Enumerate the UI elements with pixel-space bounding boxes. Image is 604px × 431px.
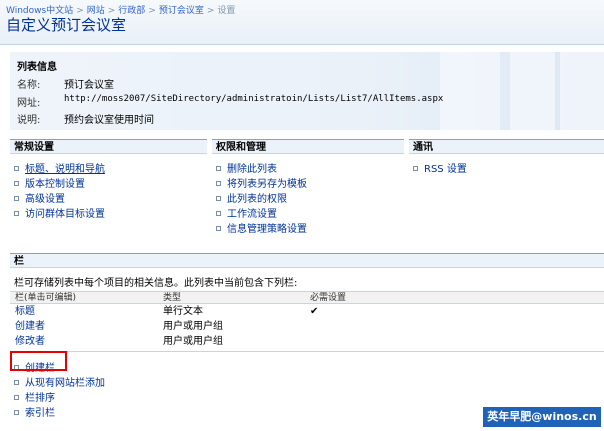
- link-column-ordering[interactable]: 栏排序: [14, 389, 55, 404]
- list-description-value: 预约会议室使用时间: [64, 115, 154, 126]
- column-name-link[interactable]: 标题: [15, 305, 35, 319]
- bullet-icon: [216, 180, 221, 186]
- list-info-title: 列表信息: [17, 62, 57, 73]
- bullet-icon: [14, 195, 19, 201]
- link-label[interactable]: 此列表的权限: [227, 194, 287, 205]
- bullet-icon: [14, 165, 19, 171]
- page-title: 自定义预订会议室: [6, 16, 127, 34]
- breadcrumb-current: 设置: [217, 6, 236, 16]
- list-info-panel: 列表信息 名称: 预订会议室 网址: http://moss2007/SiteD…: [10, 52, 604, 130]
- list-name-value: 预订会议室: [64, 80, 114, 91]
- column-type: 用户或用户组: [163, 336, 223, 347]
- link-rss-settings[interactable]: RSS 设置: [413, 160, 467, 175]
- bullet-icon: [413, 165, 418, 171]
- link-audience-targeting[interactable]: 访问群体目标设置: [14, 205, 105, 220]
- list-description-label: 说明:: [17, 115, 41, 126]
- bullet-icon: [14, 210, 19, 216]
- link-label[interactable]: 索引栏: [25, 408, 55, 419]
- permissions-header: 权限和管理: [212, 139, 404, 154]
- column-header-required: 必需设置: [310, 293, 347, 303]
- link-list-permissions[interactable]: 此列表的权限: [216, 190, 287, 205]
- column-name-link[interactable]: 创建者: [15, 320, 45, 334]
- link-label[interactable]: 删除此列表: [227, 164, 277, 175]
- link-label[interactable]: 版本控制设置: [25, 179, 85, 190]
- bullet-icon: [216, 165, 221, 171]
- columns-description: 栏可存储列表中每个项目的相关信息。此列表中当前包含下列栏:: [14, 278, 298, 289]
- bullet-icon: [216, 225, 221, 231]
- link-title-description-navigation[interactable]: 标题、说明和导航: [14, 160, 105, 175]
- columns-header: 栏: [10, 253, 604, 268]
- list-name-label: 名称:: [17, 80, 41, 91]
- link-information-policy[interactable]: 信息管理策略设置: [216, 220, 307, 235]
- link-label[interactable]: 从现有网站栏添加: [25, 378, 105, 389]
- link-workflow-settings[interactable]: 工作流设置: [216, 205, 277, 220]
- column-name-link[interactable]: 修改者: [15, 335, 45, 349]
- breadcrumb-link-list[interactable]: 预订会议室: [159, 6, 204, 16]
- column-header-type: 类型: [163, 293, 182, 303]
- link-label[interactable]: RSS 设置: [424, 164, 467, 175]
- bullet-icon: [216, 210, 221, 216]
- link-label[interactable]: 将列表另存为模板: [227, 179, 307, 190]
- breadcrumb-separator: >: [206, 6, 215, 16]
- divider: [10, 351, 604, 352]
- breadcrumb-separator: >: [148, 6, 156, 16]
- list-url-label: 网址:: [17, 98, 41, 109]
- link-label[interactable]: 信息管理策略设置: [227, 224, 307, 235]
- background-decoration: [510, 52, 555, 130]
- link-label[interactable]: 工作流设置: [227, 209, 277, 220]
- page-header: Windows中文站 > 网站 > 行政部 > 预订会议室 > 设置 自定义预订会议室: [0, 0, 604, 45]
- link-save-as-template[interactable]: 将列表另存为模板: [216, 175, 307, 190]
- link-indexed-columns[interactable]: 索引栏: [14, 404, 55, 419]
- general-settings-header: 常规设置: [10, 139, 207, 154]
- column-type: 单行文本: [163, 306, 203, 317]
- table-row: 创建者 用户或用户组: [10, 320, 604, 334]
- link-label[interactable]: 标题、说明和导航: [25, 164, 105, 175]
- bullet-icon: [14, 394, 19, 400]
- link-versioning-settings[interactable]: 版本控制设置: [14, 175, 85, 190]
- link-advanced-settings[interactable]: 高级设置: [14, 190, 65, 205]
- link-add-site-column[interactable]: 从现有网站栏添加: [14, 374, 105, 389]
- bullet-icon: [14, 409, 19, 415]
- bullet-icon: [14, 379, 19, 385]
- columns-table-header: 栏(单击可编辑) 类型 必需设置: [10, 291, 604, 304]
- highlight-box: [10, 351, 67, 371]
- bullet-icon: [216, 195, 221, 201]
- watermark: 英年早肥@winos.cn: [483, 407, 601, 427]
- link-label[interactable]: 栏排序: [25, 393, 55, 404]
- link-label[interactable]: 高级设置: [25, 194, 65, 205]
- table-row: 标题 单行文本 ✔: [10, 305, 604, 319]
- background-decoration: [560, 52, 604, 130]
- required-checkmark-icon: ✔: [310, 306, 319, 317]
- communications-header: 通讯: [409, 139, 604, 154]
- background-decoration: [440, 52, 500, 130]
- link-delete-list[interactable]: 删除此列表: [216, 160, 277, 175]
- column-header-name: 栏(单击可编辑): [15, 293, 77, 303]
- bullet-icon: [14, 180, 19, 186]
- link-label[interactable]: 访问群体目标设置: [25, 209, 105, 220]
- column-type: 用户或用户组: [163, 321, 223, 332]
- table-row: 修改者 用户或用户组: [10, 335, 604, 349]
- list-url-value: http://moss2007/SiteDirectory/administra…: [64, 94, 444, 104]
